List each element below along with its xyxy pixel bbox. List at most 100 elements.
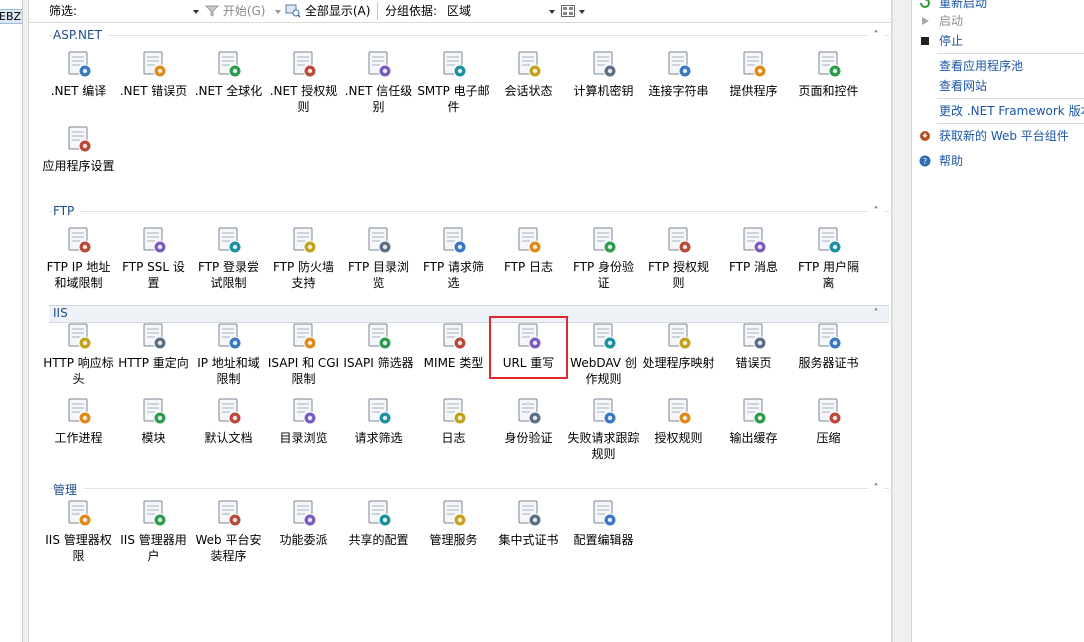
feature-tile[interactable]: SMTP 电子邮件	[416, 48, 491, 115]
actions-divider	[937, 123, 1084, 124]
start-dropdown-arrow[interactable]	[275, 3, 281, 19]
collapse-chevron-up-icon[interactable]: ˄	[869, 482, 883, 496]
feature-label: 共享的配置	[348, 533, 409, 547]
feature-tile[interactable]: 集中式证书	[491, 497, 566, 548]
feature-label: 功能委派	[279, 533, 328, 547]
feature-tile[interactable]: .NET 错误页	[116, 48, 191, 99]
feature-tile[interactable]: 共享的配置	[341, 497, 416, 548]
start-filter-button[interactable]: 开始(G)	[204, 3, 266, 19]
feature-label: 页面和控件	[798, 84, 859, 98]
output-caching-icon	[743, 398, 766, 425]
feature-tile[interactable]: IIS 管理器用户	[116, 497, 191, 564]
feature-tile[interactable]: 会话状态	[491, 48, 566, 99]
feature-tile[interactable]: 目录浏览	[266, 395, 341, 446]
feature-tile[interactable]: 错误页	[716, 320, 791, 371]
view-mode-button[interactable]	[561, 3, 585, 19]
feature-tile[interactable]: FTP 用户隔离	[791, 224, 866, 291]
feature-tile[interactable]: 模块	[116, 395, 191, 446]
feature-tile[interactable]: FTP 防火墙支持	[266, 224, 341, 291]
play-icon	[922, 17, 929, 25]
feature-label: 压缩	[816, 431, 841, 445]
section-header-3[interactable]: 管理 ˄	[49, 481, 889, 498]
filter-dropdown-arrow[interactable]	[193, 3, 199, 19]
dotnet-trust-level-icon	[368, 51, 391, 78]
feature-label: HTTP 响应标头	[43, 356, 114, 386]
url-rewrite-icon	[518, 323, 541, 350]
feature-tile[interactable]: 配置编辑器	[566, 497, 641, 548]
feature-tile[interactable]: IP 地址和域限制	[191, 320, 266, 387]
group-by-select[interactable]: 区域	[447, 3, 555, 19]
feature-tile[interactable]: 默认文档	[191, 395, 266, 446]
feature-tile[interactable]: FTP 目录浏览	[341, 224, 416, 291]
feature-tile[interactable]: 压缩	[791, 395, 866, 446]
feature-tile[interactable]: 功能委派	[266, 497, 341, 548]
feature-tile[interactable]: FTP IP 地址和域限制	[41, 224, 116, 291]
feature-tile[interactable]: HTTP 重定向	[116, 320, 191, 371]
view-grid-icon	[561, 5, 575, 17]
feature-tile[interactable]: IIS 管理器权限	[41, 497, 116, 564]
feature-tile[interactable]: HTTP 响应标头	[41, 320, 116, 387]
view-app-pools-link[interactable]: 查看应用程序池	[939, 57, 1023, 75]
feature-label: FTP 请求筛选	[422, 260, 485, 290]
feature-tile[interactable]: 授权规则	[641, 395, 716, 446]
section-title: FTP	[53, 204, 81, 218]
collapse-chevron-up-icon[interactable]: ˄	[869, 307, 883, 321]
feature-tile[interactable]: ISAPI 和 CGI 限制	[266, 320, 341, 387]
feature-tile[interactable]: FTP 日志	[491, 224, 566, 275]
collapse-chevron-up-icon[interactable]: ˄	[869, 29, 883, 43]
section-title: ASP.NET	[53, 28, 108, 42]
feature-tile[interactable]: 计算机密钥	[566, 48, 641, 99]
feature-label: 请求筛选	[354, 431, 403, 445]
feature-tile[interactable]: FTP 身份验证	[566, 224, 641, 291]
feature-tile[interactable]: 提供程序	[716, 48, 791, 99]
feature-tile[interactable]: .NET 授权规则	[266, 48, 341, 115]
feature-tile[interactable]: MIME 类型	[416, 320, 491, 371]
feature-tile[interactable]: .NET 信任级别	[341, 48, 416, 115]
tree-node-server[interactable]: EBZ	[0, 9, 22, 24]
feature-tile[interactable]: FTP 请求筛选	[416, 224, 491, 291]
group-by-dropdown-arrow[interactable]	[549, 3, 555, 19]
feature-tile[interactable]: 处理程序映射	[641, 320, 716, 371]
section-header-1[interactable]: FTP ˄	[49, 204, 889, 220]
feature-tile[interactable]: URL 重写	[489, 316, 568, 379]
feature-label: 输出缓存	[729, 431, 778, 445]
feature-tile[interactable]: FTP 消息	[716, 224, 791, 275]
feature-tile[interactable]: 连接字符串	[641, 48, 716, 99]
feature-label: 管理服务	[429, 533, 478, 547]
view-sites-link[interactable]: 查看网站	[939, 77, 987, 95]
feature-tile[interactable]: .NET 全球化	[191, 48, 266, 99]
section-header-0[interactable]: ASP.NET ˄	[49, 28, 889, 44]
feature-tile[interactable]: 工作进程	[41, 395, 116, 446]
feature-tile[interactable]: 请求筛选	[341, 395, 416, 446]
change-framework-link[interactable]: 更改 .NET Framework 版本	[939, 102, 1084, 120]
filter-label: 筛选:	[49, 4, 78, 18]
feature-tile[interactable]: ISAPI 筛选器	[341, 320, 416, 371]
feature-tile[interactable]: 日志	[416, 395, 491, 446]
feature-tile[interactable]: .NET 编译	[41, 48, 116, 99]
feature-tile[interactable]: 应用程序设置	[41, 123, 116, 174]
failed-request-tracing-icon	[593, 398, 616, 425]
connections-tree[interactable]: EBZ	[0, 0, 23, 642]
default-document-icon	[218, 398, 241, 425]
feature-tile[interactable]: 输出缓存	[716, 395, 791, 446]
chevron-down-icon	[193, 9, 199, 14]
feature-tile[interactable]: FTP SSL 设置	[116, 224, 191, 291]
feature-label: .NET 错误页	[119, 84, 188, 98]
feature-label: 会话状态	[504, 84, 553, 98]
actions-splitter[interactable]	[893, 0, 912, 642]
show-all-button[interactable]: 全部显示(A)	[285, 3, 370, 19]
feature-tile[interactable]: 失败请求跟踪规则	[566, 395, 641, 462]
feature-tile[interactable]: WebDAV 创作规则	[566, 320, 641, 387]
collapse-chevron-up-icon[interactable]: ˄	[869, 205, 883, 219]
feature-tile[interactable]: FTP 授权规则	[641, 224, 716, 291]
filter-input[interactable]	[77, 3, 201, 19]
feature-label: 计算机密钥	[573, 84, 634, 98]
feature-tile[interactable]: 服务器证书	[791, 320, 866, 371]
ip-domain-restrict-icon	[218, 323, 241, 350]
feature-tile[interactable]: FTP 登录尝试限制	[191, 224, 266, 291]
feature-tile[interactable]: 身份验证	[491, 395, 566, 446]
chevron-down-icon	[549, 9, 555, 14]
feature-tile[interactable]: Web 平台安装程序	[191, 497, 266, 564]
feature-tile[interactable]: 页面和控件	[791, 48, 866, 99]
feature-tile[interactable]: 管理服务	[416, 497, 491, 548]
